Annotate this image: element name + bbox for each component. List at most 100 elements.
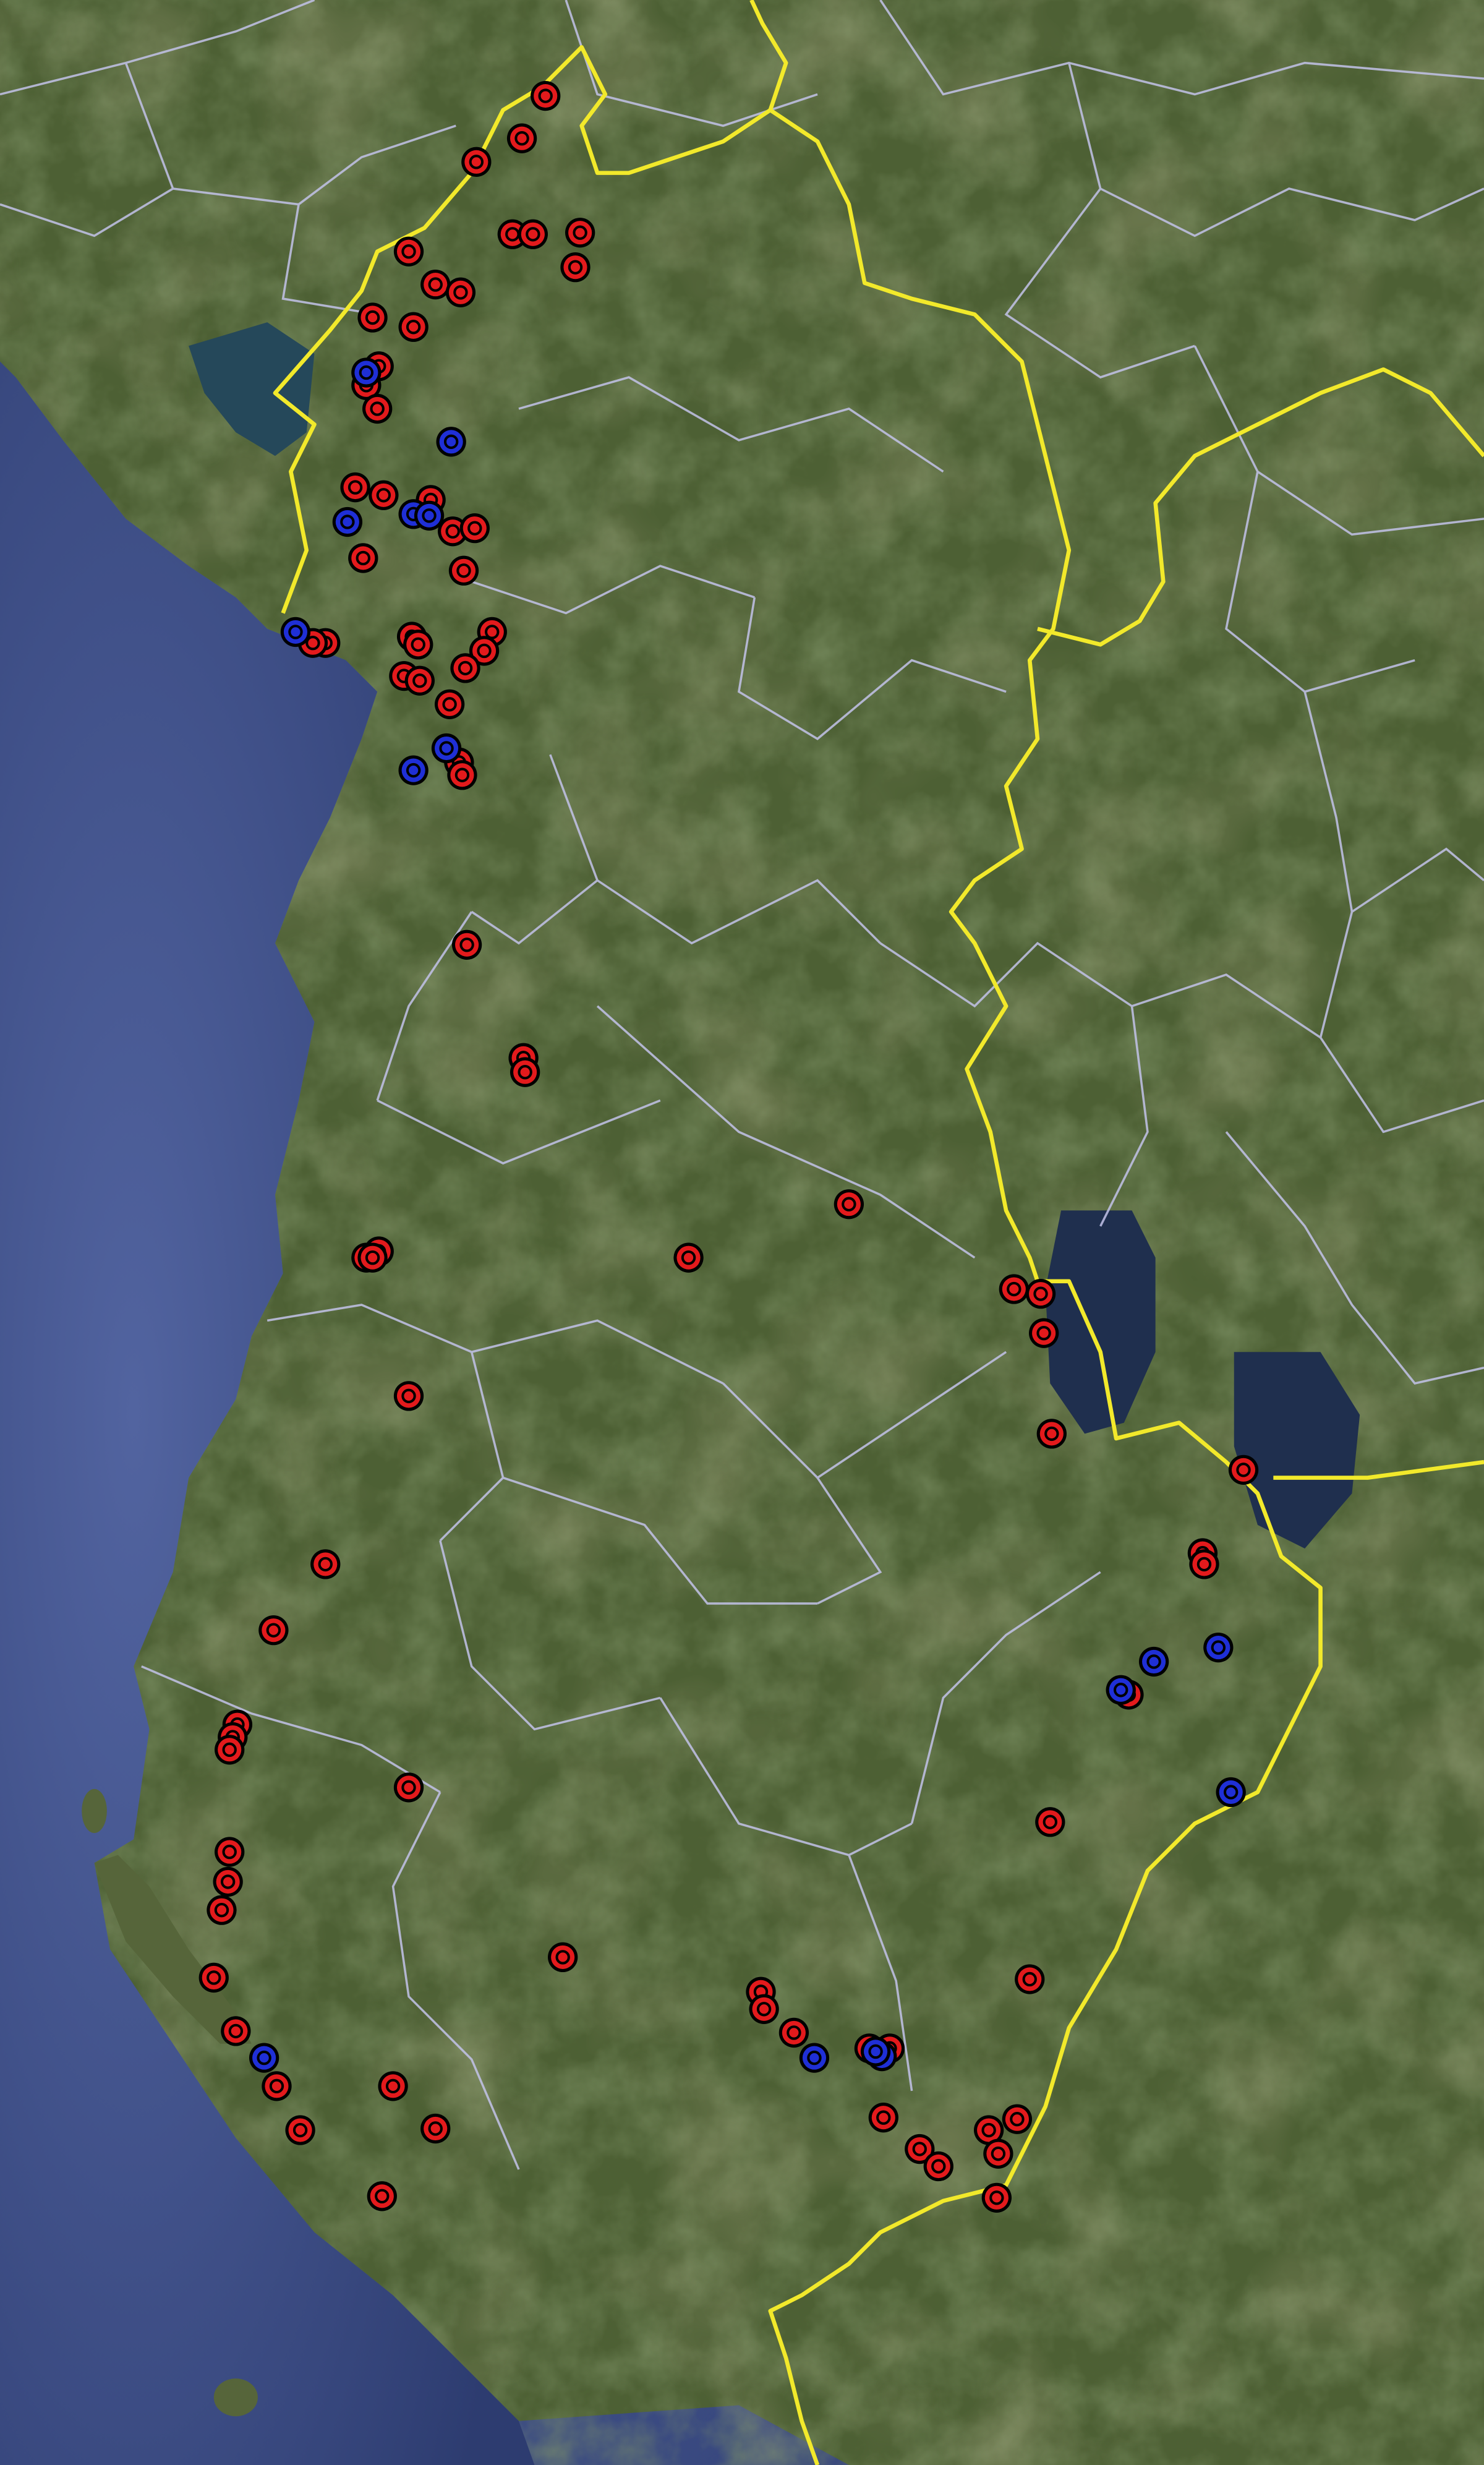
red-marker	[215, 1837, 245, 1867]
red-marker-fill	[1038, 1810, 1062, 1834]
red-marker	[434, 689, 465, 720]
red-marker-fill	[551, 1945, 575, 1969]
red-marker-fill	[1002, 1277, 1026, 1301]
red-marker	[1036, 1419, 1067, 1449]
red-marker	[447, 760, 477, 790]
blue-marker-fill	[354, 361, 378, 385]
red-marker	[1189, 1549, 1219, 1579]
red-marker	[749, 1994, 779, 2024]
blue-marker	[398, 755, 429, 785]
red-marker-fill	[513, 1060, 537, 1084]
red-marker-fill	[360, 1245, 385, 1270]
blue-marker-fill	[1219, 1780, 1243, 1805]
red-marker-fill	[216, 1869, 240, 1894]
red-marker	[981, 2182, 1012, 2213]
red-marker-fill	[202, 1965, 226, 1990]
red-marker	[221, 2016, 251, 2046]
red-marker	[393, 1772, 424, 1803]
red-marker-fill	[871, 2106, 895, 2130]
red-marker-fill	[370, 2184, 394, 2208]
red-marker	[445, 277, 476, 307]
blue-marker-fill	[1206, 1636, 1230, 1660]
red-marker-fill	[926, 2154, 950, 2179]
red-marker-fill	[424, 273, 448, 297]
red-marker-fill	[424, 2116, 448, 2141]
red-marker	[403, 630, 433, 660]
red-marker-fill	[351, 546, 375, 570]
red-marker	[198, 1962, 229, 1993]
red-marker	[1035, 1807, 1065, 1837]
red-marker-fill	[676, 1245, 701, 1270]
red-marker	[215, 1735, 245, 1765]
red-marker	[393, 1381, 424, 1411]
red-marker-fill	[224, 2019, 248, 2043]
blue-marker	[1203, 1632, 1234, 1663]
red-marker-fill	[451, 558, 476, 583]
red-marker-fill	[365, 396, 390, 421]
red-marker-fill	[450, 763, 474, 787]
red-marker-fill	[1192, 1552, 1216, 1576]
blue-marker	[1138, 1646, 1169, 1677]
blue-marker	[280, 617, 311, 647]
red-marker	[1228, 1455, 1259, 1485]
red-marker-fill	[407, 669, 432, 693]
red-marker	[510, 1057, 540, 1087]
red-marker-fill	[210, 1898, 234, 1922]
blue-marker-fill	[417, 503, 441, 528]
red-marker	[362, 393, 393, 424]
red-marker-fill	[396, 1775, 421, 1800]
red-marker	[548, 1942, 578, 1973]
red-marker	[340, 472, 370, 503]
red-marker	[398, 312, 429, 342]
red-marker-fill	[372, 483, 396, 507]
red-marker	[357, 1242, 388, 1273]
red-marker-fill	[1005, 2107, 1029, 2131]
red-marker-fill	[453, 656, 477, 680]
red-marker	[378, 2071, 408, 2101]
red-marker-fill	[563, 255, 587, 280]
red-marker-fill	[782, 2020, 806, 2044]
red-marker	[420, 2113, 451, 2144]
red-marker-fill	[464, 150, 488, 174]
blue-marker	[351, 357, 382, 388]
island	[213, 2378, 258, 2417]
red-marker	[285, 2115, 315, 2145]
red-marker	[213, 1866, 243, 1897]
red-marker	[258, 1615, 289, 1646]
red-marker-fill	[396, 239, 421, 263]
red-marker-fill	[977, 2118, 1001, 2142]
red-marker-fill	[1039, 1422, 1064, 1446]
red-marker	[1028, 1318, 1059, 1348]
red-marker	[518, 219, 548, 249]
red-marker-fill	[984, 2185, 1009, 2210]
red-marker	[983, 2138, 1013, 2169]
red-marker-fill	[986, 2142, 1010, 2166]
red-marker	[531, 80, 561, 111]
blue-marker	[1216, 1777, 1246, 1808]
blue-marker-fill	[439, 430, 463, 454]
red-marker-fill	[448, 280, 472, 304]
red-marker-fill	[396, 1384, 421, 1408]
island	[82, 1788, 107, 1834]
blue-marker-fill	[434, 736, 459, 761]
red-marker-fill	[455, 933, 479, 957]
red-marker	[207, 1895, 237, 1925]
red-marker-fill	[1231, 1458, 1256, 1482]
red-marker	[367, 2181, 397, 2211]
blue-marker-fill	[252, 2046, 276, 2070]
red-marker	[1025, 1278, 1056, 1309]
red-marker-fill	[534, 84, 558, 108]
blue-marker-fill	[1109, 1678, 1133, 1702]
red-marker	[369, 480, 399, 510]
map-canvas	[0, 0, 1484, 2465]
red-marker-fill	[1032, 1321, 1056, 1345]
red-marker-fill	[837, 1192, 861, 1216]
blue-marker	[414, 500, 445, 531]
red-marker	[461, 147, 492, 177]
red-marker	[1002, 2104, 1033, 2134]
red-marker-fill	[288, 2118, 312, 2142]
red-marker	[310, 1549, 341, 1579]
red-marker-fill	[463, 516, 487, 540]
red-marker-fill	[265, 2074, 289, 2098]
blue-marker-fill	[401, 758, 425, 782]
